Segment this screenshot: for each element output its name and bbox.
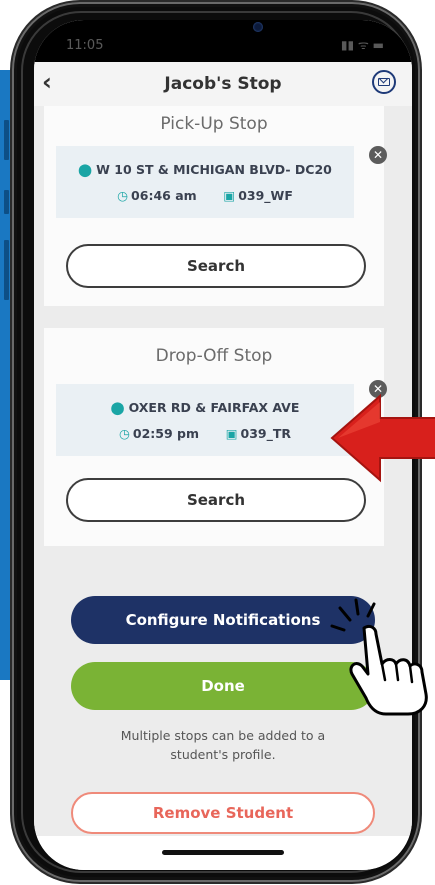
mail-icon[interactable]	[372, 70, 396, 94]
clock-icon: ◷	[117, 188, 129, 203]
location-pin-icon: ⬤	[110, 400, 125, 415]
dropoff-stop-box: ⬤ OXER RD & FAIRFAX AVE ◷ 02:59 pm ▣ 039_TR	[56, 384, 354, 456]
remove-student-button[interactable]: Remove Student	[71, 792, 375, 834]
pickup-stop-meta: ◷ 06:46 am ▣ 039_WF	[56, 188, 354, 203]
camera-icon	[253, 22, 263, 32]
bus-icon: ▣	[223, 188, 236, 203]
pickup-title: Pick-Up Stop	[160, 114, 268, 134]
pickup-stop-box: ⬤ W 10 ST & MICHIGAN BLVD- DC20 ◷ 06:46 am…	[56, 146, 354, 218]
background-mark	[4, 240, 9, 300]
status-time: 11:05	[66, 38, 104, 53]
home-indicator[interactable]	[162, 850, 284, 855]
notch	[129, 20, 339, 60]
dropoff-route: 039_TR	[240, 426, 292, 441]
remove-pickup-close-icon[interactable]: ✕	[369, 146, 387, 164]
pickup-search-button[interactable]: Search	[66, 244, 366, 288]
dropoff-stop-meta: ◷ 02:59 pm ▣ 039_TR	[56, 426, 354, 441]
nav-bar: ‹ Jacob's Stop	[34, 62, 412, 106]
pickup-route: 039_WF	[238, 188, 293, 203]
multiple-stops-note: Multiple stops can be added to a student…	[74, 726, 372, 764]
background-mark	[4, 190, 9, 214]
dropoff-search-button[interactable]: Search	[66, 478, 366, 522]
background-mark	[4, 120, 9, 160]
dropoff-stop-name: ⬤ OXER RD & FAIRFAX AVE	[56, 400, 354, 415]
dropoff-title: Drop-Off Stop	[155, 346, 273, 366]
note-line-2: student's profile.	[170, 747, 276, 762]
home-bar-area	[34, 836, 412, 870]
clock-icon: ◷	[118, 426, 130, 441]
dropoff-time: 02:59 pm	[132, 426, 199, 441]
location-pin-icon: ⬤	[78, 162, 93, 177]
pickup-time: 06:46 am	[131, 188, 197, 203]
pickup-stop-name-text: W 10 ST & MICHIGAN BLVD- DC20	[96, 162, 332, 177]
pickup-card: Pick-Up Stop ⬤ W 10 ST & MICHIGAN BLVD- D…	[44, 106, 387, 306]
red-arrow-icon	[330, 393, 435, 483]
pickup-stop-name: ⬤ W 10 ST & MICHIGAN BLVD- DC20	[56, 162, 354, 177]
bus-icon: ▣	[225, 426, 238, 441]
dropoff-stop-name-text: OXER RD & FAIRFAX AVE	[128, 400, 300, 415]
note-line-1: Multiple stops can be added to a	[120, 728, 326, 743]
tap-hand-icon	[330, 598, 428, 716]
page-title: Jacob's Stop	[164, 74, 282, 94]
signal-wifi-battery-icons: ▮▮ ᯤ ▬	[340, 38, 384, 52]
